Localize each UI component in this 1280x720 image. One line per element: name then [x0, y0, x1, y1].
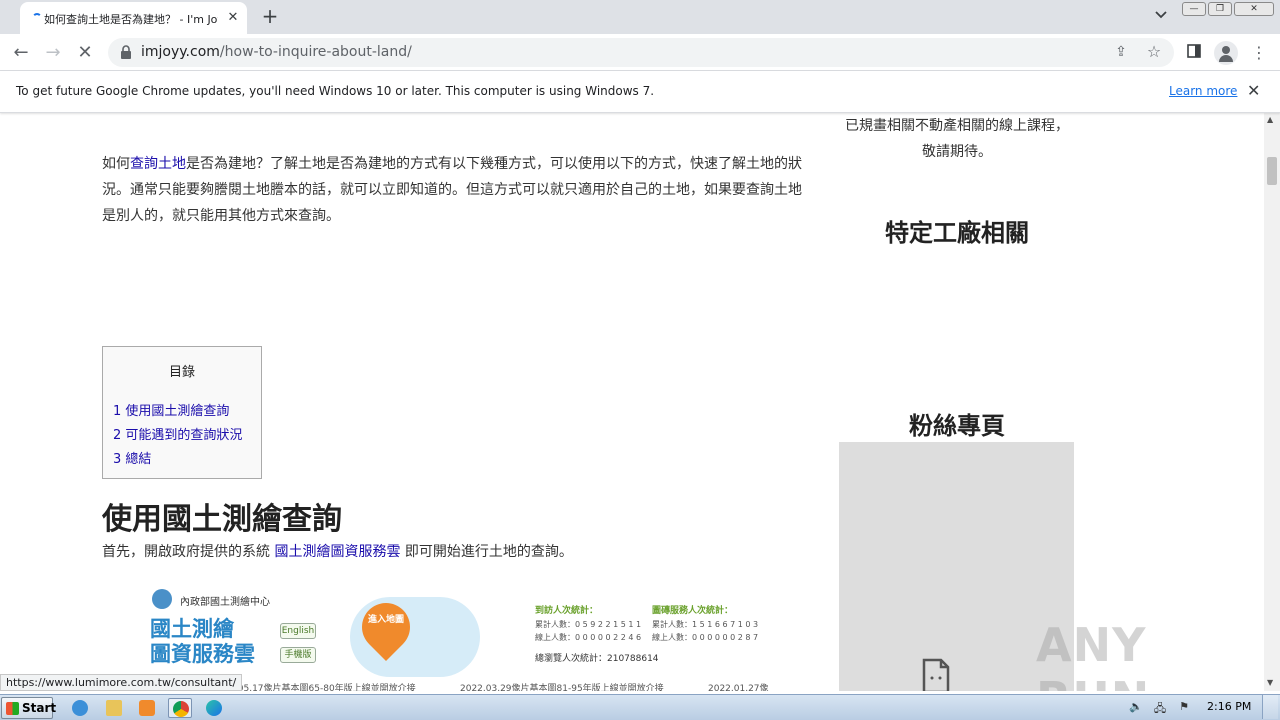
- sidebar-text: 已規畫相關不動產相關的線上課程，敬請期待。: [845, 118, 1069, 160]
- toc-item[interactable]: 2 可能遇到的查詢狀況: [113, 424, 242, 443]
- learn-more-link[interactable]: Learn more: [1169, 84, 1237, 98]
- nlsc-title-line1: 國土測繪: [150, 617, 234, 641]
- map-stats-title: 圖磚服務人次統計：: [652, 606, 734, 616]
- infobar-message: To get future Google Chrome updates, you…: [16, 84, 655, 98]
- total-visits: 總瀏覽人次統計：210788614: [535, 654, 659, 664]
- news-item: 2022.01.27像: [708, 684, 769, 691]
- browser-toolbar: ← → ✕ imjoyy.com/how-to-inquire-about-la…: [0, 34, 1280, 71]
- section-paragraph: 首先，開啟政府提供的系統 國土測繪圖資服務雲 即可開始進行土地的查詢。: [102, 541, 573, 561]
- show-desktop-button[interactable]: [1262, 695, 1278, 719]
- map-stats-row: 累計人數：1 5 1 6 6 7 1 0 3: [652, 620, 759, 629]
- side-panel-icon[interactable]: [1183, 42, 1205, 64]
- bookmark-star-icon[interactable]: ☆: [1144, 42, 1164, 62]
- nlsc-agency-name: 內政部國土測繪中心: [180, 597, 270, 608]
- scroll-down-arrow-icon[interactable]: ▼: [1267, 678, 1273, 687]
- tab-search-chevron-icon[interactable]: [1151, 8, 1171, 28]
- url-path: /how-to-inquire-about-land/: [219, 44, 412, 60]
- start-button[interactable]: Start: [1, 697, 57, 719]
- nlsc-english-button: English: [280, 623, 316, 639]
- visitor-stats-row: 線上人數：0 0 0 0 0 2 2 4 6: [535, 633, 642, 642]
- new-tab-button[interactable]: +: [258, 5, 282, 29]
- media-player-icon[interactable]: [135, 698, 159, 718]
- network-icon[interactable]: 🖧: [1152, 700, 1168, 716]
- tab-close-icon[interactable]: ✕: [225, 10, 241, 26]
- intro-rest: 是否為建地？了解土地是否為建地的方式有以下幾種方式，可以使用以下的方式，快速了解…: [102, 156, 802, 224]
- visitor-stats-title: 到訪人次統計：: [535, 606, 599, 616]
- section-heading: 使用國土測繪查詢: [102, 502, 342, 537]
- scroll-up-arrow-icon[interactable]: ▲: [1267, 115, 1273, 124]
- table-of-contents: 目錄 1 使用國土測繪查詢 2 可能遇到的查詢狀況 3 總結: [102, 346, 262, 479]
- toc-title: 目錄: [168, 365, 195, 380]
- broken-document-icon: [922, 658, 950, 691]
- nlsc-service-link[interactable]: 國土測繪圖資服務雲: [274, 544, 400, 560]
- windows-taskbar: Start 🔈 🖧 ⚑ 2:16 PM: [0, 694, 1280, 720]
- internet-explorer-icon[interactable]: [68, 698, 92, 718]
- visitor-stats-row: 累計人數：0 5 9 2 2 1 5 1 1: [535, 620, 642, 629]
- enter-map-label: 進入地圖: [368, 615, 405, 625]
- nlsc-title-line2: 圖資服務雲: [150, 642, 255, 666]
- back-arrow-icon[interactable]: ←: [8, 40, 34, 66]
- restore-button[interactable]: ❐: [1208, 2, 1232, 16]
- para2-prefix: 首先，開啟政府提供的系統: [102, 544, 275, 560]
- window-close-button[interactable]: ✕: [1234, 2, 1274, 16]
- sidebar-heading-factory: 特定工廠相關: [885, 219, 1029, 247]
- page-content: 如何查詢土地是否為建地？了解土地是否為建地的方式有以下幾種方式，可以使用以下的方…: [0, 113, 1264, 691]
- file-explorer-icon[interactable]: [102, 698, 126, 718]
- para2-suffix: 即可開始進行土地的查詢。: [400, 544, 573, 560]
- tab-title: 如何查詢土地是否為建地？ - I'm Joyy: [44, 13, 218, 26]
- edge-icon[interactable]: [202, 698, 226, 718]
- page-scrollbar[interactable]: ▲ ▼: [1264, 113, 1280, 691]
- toc-item[interactable]: 1 使用國土測繪查詢: [113, 400, 229, 419]
- action-center-flag-icon[interactable]: ⚑: [1176, 700, 1192, 716]
- stop-loading-icon[interactable]: ✕: [72, 40, 98, 66]
- update-infobar: To get future Google Chrome updates, you…: [0, 71, 1280, 113]
- tab-active[interactable]: 如何查詢土地是否為建地？ - I'm Joyy ✕: [20, 2, 247, 34]
- chrome-icon[interactable]: [168, 698, 192, 718]
- status-bar-url: https://www.lumimore.com.tw/consultant/: [0, 674, 243, 691]
- toc-item[interactable]: 3 總結: [113, 448, 151, 467]
- share-icon[interactable]: ⇪: [1112, 44, 1130, 62]
- tab-strip: 如何查詢土地是否為建地？ - I'm Joyy ✕ + — ❐ ✕: [0, 0, 1280, 34]
- start-label: Start: [22, 701, 57, 715]
- loading-spinner-icon: [32, 13, 42, 23]
- profile-avatar-icon[interactable]: [1214, 41, 1238, 65]
- nlsc-service-title: 國土測繪 圖資服務雲: [150, 617, 255, 667]
- intro-paragraph: 如何查詢土地是否為建地？了解土地是否為建地的方式有以下幾種方式，可以使用以下的方…: [102, 151, 802, 229]
- windows-logo-icon: [6, 702, 19, 715]
- sidebar-heading-fanpage: 粉絲專頁: [909, 412, 1005, 440]
- address-bar[interactable]: imjoyy.com/how-to-inquire-about-land/ ⇪ …: [108, 38, 1174, 67]
- map-stats-row: 線上人數：0 0 0 0 0 0 2 8 7: [652, 633, 759, 642]
- url-host: imjoyy.com: [141, 44, 220, 60]
- news-item: 2022.05.17像片基本圖65-80年版上線並開放介接: [212, 684, 416, 691]
- forward-arrow-icon[interactable]: →: [40, 40, 66, 66]
- volume-icon[interactable]: 🔈: [1128, 700, 1144, 716]
- menu-kebab-icon[interactable]: ⋮: [1248, 42, 1270, 64]
- nlsc-mobile-button: 手機版: [280, 647, 316, 663]
- system-tray: 🔈 🖧 ⚑: [1122, 697, 1280, 719]
- nlsc-logo-icon: [152, 589, 172, 609]
- taskbar-clock[interactable]: 2:16 PM: [1207, 700, 1251, 713]
- infobar-close-icon[interactable]: ✕: [1247, 81, 1260, 100]
- lock-icon[interactable]: [120, 45, 132, 59]
- inquire-land-link[interactable]: 查詢土地: [130, 156, 186, 172]
- scrollbar-thumb[interactable]: [1267, 157, 1277, 185]
- minimize-button[interactable]: —: [1182, 2, 1206, 16]
- anyrun-watermark: ANY RUN: [1036, 618, 1149, 691]
- news-item: 2022.03.29像片基本圖81-95年版上線並開放介接: [460, 684, 664, 691]
- intro-prefix: 如何: [102, 156, 130, 172]
- url-text[interactable]: imjoyy.com/how-to-inquire-about-land/: [141, 44, 412, 60]
